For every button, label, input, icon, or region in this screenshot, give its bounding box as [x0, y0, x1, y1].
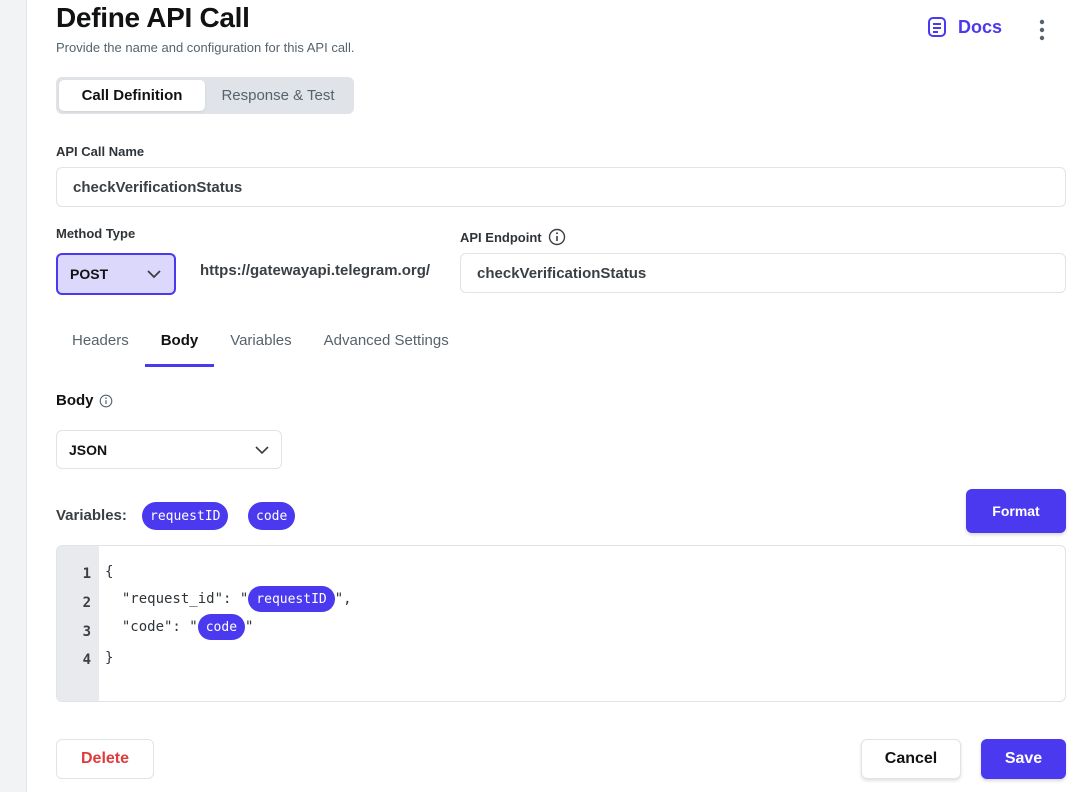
inline-variable-chip-code[interactable]: code [197, 614, 246, 640]
method-type-label: Method Type [56, 226, 136, 241]
left-sidebar-rail [0, 0, 27, 792]
variable-chip-requestid[interactable]: requestID [142, 502, 229, 530]
code-line-2: "request_id": " requestID ", [105, 586, 352, 612]
body-type-select[interactable]: JSON [56, 430, 282, 469]
line-number: 4 [82, 652, 91, 668]
subtab-variables[interactable]: Variables [214, 326, 307, 361]
main-tab-switcher: Call Definition Response & Test [56, 77, 354, 114]
chevron-down-icon [255, 445, 269, 454]
chevron-down-icon [147, 270, 161, 279]
page-subtitle: Provide the name and configuration for t… [56, 40, 355, 55]
code-text: } [105, 650, 114, 666]
api-endpoint-label: API Endpoint [460, 229, 542, 245]
body-label-group: Body [56, 392, 113, 409]
code-line-3: "code": " code " [105, 614, 253, 640]
code-text: { [105, 564, 114, 580]
method-type-value: POST [70, 266, 109, 282]
code-text: "code": " [105, 619, 198, 635]
base-url-text: https://gatewayapi.telegram.org/ [200, 262, 431, 279]
info-icon[interactable] [548, 228, 566, 246]
format-button[interactable]: Format [966, 489, 1066, 533]
api-endpoint-input[interactable]: checkVerificationStatus [460, 253, 1066, 293]
document-list-icon [928, 17, 946, 37]
code-text: "request_id": " [105, 591, 249, 607]
line-number: 3 [82, 624, 91, 640]
inline-variable-chip-requestid[interactable]: requestID [248, 586, 335, 612]
body-subtabs: Headers Body Variables Advanced Settings [56, 326, 465, 367]
subtab-body[interactable]: Body [144, 326, 215, 367]
method-type-dropdown[interactable]: POST [56, 253, 176, 295]
docs-button[interactable]: Docs [926, 16, 1002, 38]
delete-button[interactable]: Delete [56, 739, 154, 779]
tab-call-definition[interactable]: Call Definition [59, 80, 205, 111]
info-icon[interactable] [99, 394, 113, 408]
body-type-value: JSON [69, 441, 108, 458]
page-title: Define API Call [56, 2, 250, 33]
api-call-name-input[interactable]: checkVerificationStatus [56, 167, 1066, 207]
docs-label: Docs [958, 16, 1003, 37]
api-call-name-label: API Call Name [56, 144, 145, 159]
code-text: ", [334, 591, 352, 607]
subtab-advanced-settings[interactable]: Advanced Settings [308, 326, 465, 361]
cancel-button[interactable]: Cancel [861, 739, 961, 779]
variable-chip-code[interactable]: code [248, 502, 296, 530]
variables-label: Variables: [56, 507, 127, 524]
line-number: 2 [82, 595, 91, 611]
code-text: " [245, 619, 254, 635]
api-endpoint-label-group: API Endpoint [460, 228, 566, 246]
save-button[interactable]: Save [981, 739, 1066, 779]
kebab-menu-icon[interactable] [1030, 18, 1054, 42]
body-label: Body [56, 392, 94, 409]
subtab-headers[interactable]: Headers [56, 326, 145, 361]
line-number: 1 [82, 566, 91, 582]
code-line-4: } [105, 650, 113, 666]
tab-response-test[interactable]: Response & Test [205, 80, 351, 111]
code-line-1: { [105, 564, 113, 580]
json-body-editor[interactable]: 1 2 3 4 { "request_id": " requestID ", "co… [56, 545, 1066, 702]
